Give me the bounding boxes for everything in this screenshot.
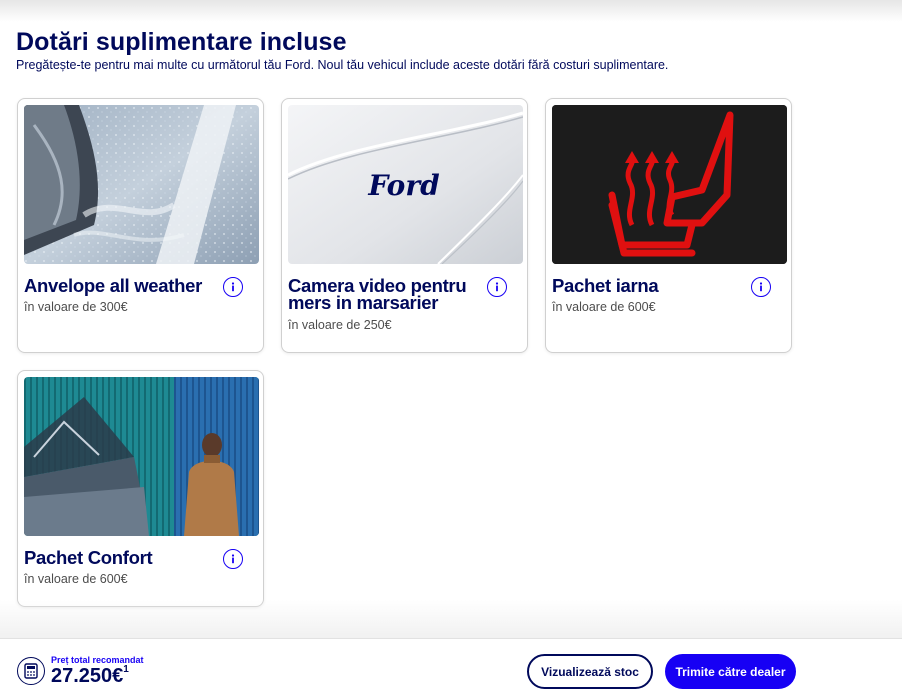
total-price-value: 27.250€1 xyxy=(51,664,129,687)
ford-logo-image: Ford xyxy=(288,105,523,264)
send-to-dealer-button[interactable]: Trimite către dealer xyxy=(665,654,796,689)
tire-on-wet-road-image xyxy=(24,105,259,264)
ford-logo-text: Ford xyxy=(367,169,439,202)
bottom-fade xyxy=(0,600,902,638)
card-price: în valoare de 300€ xyxy=(24,300,128,314)
card-title: Pachet iarna xyxy=(552,275,659,296)
total-price-label: Preț total recomandat xyxy=(51,655,144,665)
feature-card-winter-pack: Pachet iarna în valoare de 600€ xyxy=(545,98,792,353)
card-title: Pachet Confort xyxy=(24,547,153,568)
calculator-icon xyxy=(17,657,45,685)
page-title: Dotări suplimentare incluse xyxy=(16,28,347,56)
feature-card-rear-camera: Ford Camera video pentru mers in marsari… xyxy=(281,98,528,353)
card-price: în valoare de 600€ xyxy=(552,300,656,314)
open-trunk-man-image xyxy=(24,377,259,536)
card-title: Camera video pentru mers in marsarier xyxy=(288,275,467,313)
info-icon[interactable] xyxy=(223,277,243,297)
card-title: Anvelope all weather xyxy=(24,275,203,296)
info-icon[interactable] xyxy=(751,277,771,297)
top-shadow xyxy=(0,0,902,22)
price-footer: Preț total recomandat 27.250€1 Vizualize… xyxy=(0,638,902,700)
card-price: în valoare de 600€ xyxy=(24,572,128,586)
heated-seat-icon-image xyxy=(552,105,787,264)
footnote-marker: 1 xyxy=(123,664,129,676)
view-stock-button[interactable]: Vizualizează stoc xyxy=(527,654,653,689)
info-icon[interactable] xyxy=(223,549,243,569)
feature-card-all-weather-tires: Anvelope all weather în valoare de 300€ xyxy=(17,98,264,353)
info-icon[interactable] xyxy=(487,277,507,297)
card-price: în valoare de 250€ xyxy=(288,318,392,332)
page-subtitle: Pregătește-te pentru mai multe cu următo… xyxy=(16,58,669,72)
feature-card-comfort-pack: Pachet Confort în valoare de 600€ xyxy=(17,370,264,607)
